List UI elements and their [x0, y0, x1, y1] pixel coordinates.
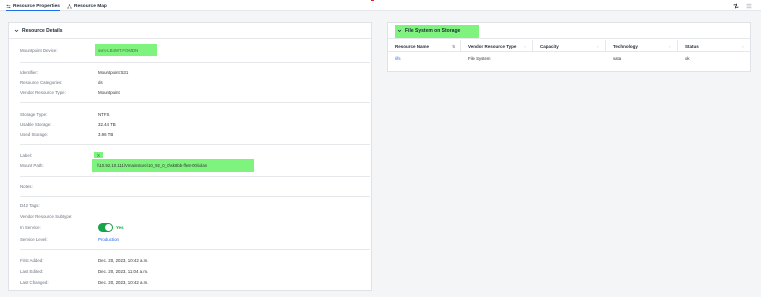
label-label: Label: [20, 153, 32, 158]
in-service-value: Yes [116, 225, 124, 230]
used-storage-value: 3.96 TB [98, 132, 114, 137]
service-level-label: Service Level: [20, 237, 48, 242]
sort-icon[interactable]: ⇅ [452, 44, 456, 49]
mount-path-label: Mount Path: [20, 163, 44, 168]
storage-type-value: NTFS [98, 112, 110, 117]
mountpoint-device-label: Mountpoint Device: [20, 48, 58, 53]
split-view-icon[interactable] [732, 2, 739, 9]
divider [20, 249, 370, 250]
notes-label: Notes: [20, 184, 33, 189]
resource-details-header[interactable]: Resource Details [9, 23, 371, 39]
used-storage-label: Used Storage: [20, 132, 49, 137]
table-row: /ifs File System sata ok [388, 53, 750, 63]
technology-cell: sata [613, 55, 622, 61]
usable-storage-value: 32.44 TB [98, 122, 116, 127]
vendor-resource-type-value: Mountpoint [98, 90, 120, 95]
vendor-resource-subtype-label: Vendor Resource Subtype: [20, 214, 73, 219]
resource-details-card: Resource Details svm-LB4WT.FOMDN Mountpo… [8, 22, 372, 291]
filter-icon[interactable]: ▫ [742, 44, 746, 49]
tab-resource-properties[interactable]: Resource Properties [6, 2, 60, 11]
vendor-resource-type-cell: File System [468, 55, 491, 61]
divider [20, 144, 370, 145]
topology-icon [67, 4, 72, 9]
resource-name-link[interactable]: /ifs [388, 53, 461, 63]
chevron-down-icon [14, 28, 19, 33]
mountpoint-device-value[interactable]: svm-LB4WT.FOMDN [95, 44, 157, 53]
usable-storage-label: Usable Storage: [20, 122, 52, 127]
column-header-status[interactable]: Status ▫ [678, 40, 750, 52]
column-label: Status [685, 43, 699, 49]
chevron-down-icon [397, 28, 402, 33]
top-tab-bar: Resource Properties Resource Map [0, 0, 761, 11]
storage-type-label: Storage Type: [20, 112, 48, 117]
card-title: Resource Details [22, 27, 63, 34]
card-title: File System on Storage [405, 27, 461, 34]
list-view-icon[interactable] [745, 2, 752, 9]
vendor-resource-type-label: Vendor Resource Type: [20, 90, 66, 95]
mountpoint-device-highlight: svm-LB4WT.FOMDN [95, 44, 157, 56]
tab-label: Resource Properties [13, 3, 60, 9]
last-edited-label: Last Edited: [20, 269, 44, 274]
column-header-vendor-resource-type[interactable]: Vendor Resource Type ▫ [461, 40, 533, 52]
view-toggle-group [732, 2, 752, 9]
divider [20, 176, 370, 177]
mount-path-value[interactable]: \\10.92.10.111\Vmainstore\10_92_0_0\sk8b… [92, 159, 254, 168]
sliders-icon [6, 4, 11, 9]
divider [20, 62, 370, 63]
identifier-value: Mountpoint:531 [98, 70, 129, 75]
column-header-technology[interactable]: Technology ▫ [606, 40, 678, 52]
filter-icon[interactable]: ▫ [669, 44, 673, 49]
capacity-cell [533, 53, 606, 63]
column-label: Resource Name [395, 43, 430, 49]
mount-path-highlight: \\10.92.10.111\Vmainstore\10_92_0_0\sk8b… [92, 159, 254, 172]
last-changed-label: Last Changed: [20, 280, 49, 285]
label-value: X [97, 153, 100, 158]
column-header-resource-name[interactable]: Resource Name ⇅ [388, 40, 461, 52]
status-cell: ok [685, 55, 690, 61]
tab-resource-map[interactable]: Resource Map [67, 2, 107, 11]
first-added-label: First Added: [20, 258, 44, 263]
tab-label: Resource Map [74, 4, 107, 9]
in-service-toggle[interactable] [98, 223, 113, 232]
divider [20, 196, 370, 197]
column-label: Technology [613, 43, 638, 49]
table-header: Resource Name ⇅ Vendor Resource Type ▫ C… [388, 40, 750, 52]
column-label: Vendor Resource Type [468, 43, 517, 49]
resource-categories-label: Resource Categories: [20, 80, 63, 85]
notification-mark [371, 0, 374, 1]
in-service-label: In Service: [20, 225, 41, 230]
service-level-link[interactable]: Production [98, 237, 119, 242]
file-system-header[interactable]: File System on Storage [388, 23, 750, 39]
d42-tags-label: D42 Tags: [20, 203, 40, 208]
first-added-value: Dec. 20, 2023, 10:42 a.m. [98, 258, 149, 263]
filter-icon[interactable]: ▫ [597, 44, 601, 49]
column-header-capacity[interactable]: Capacity ▫ [533, 40, 606, 52]
divider [20, 102, 370, 103]
column-label: Capacity [540, 43, 559, 49]
identifier-label: Identifier: [20, 70, 39, 75]
filter-icon[interactable]: ▫ [524, 44, 528, 49]
resource-categories-value: ds [98, 80, 103, 85]
file-system-card: File System on Storage Resource Name ⇅ V… [387, 22, 751, 72]
last-edited-value: Dec. 20, 2023, 11:04 a.m. [98, 269, 149, 274]
last-changed-value: Dec. 20, 2023, 10:42 a.m. [98, 280, 149, 285]
